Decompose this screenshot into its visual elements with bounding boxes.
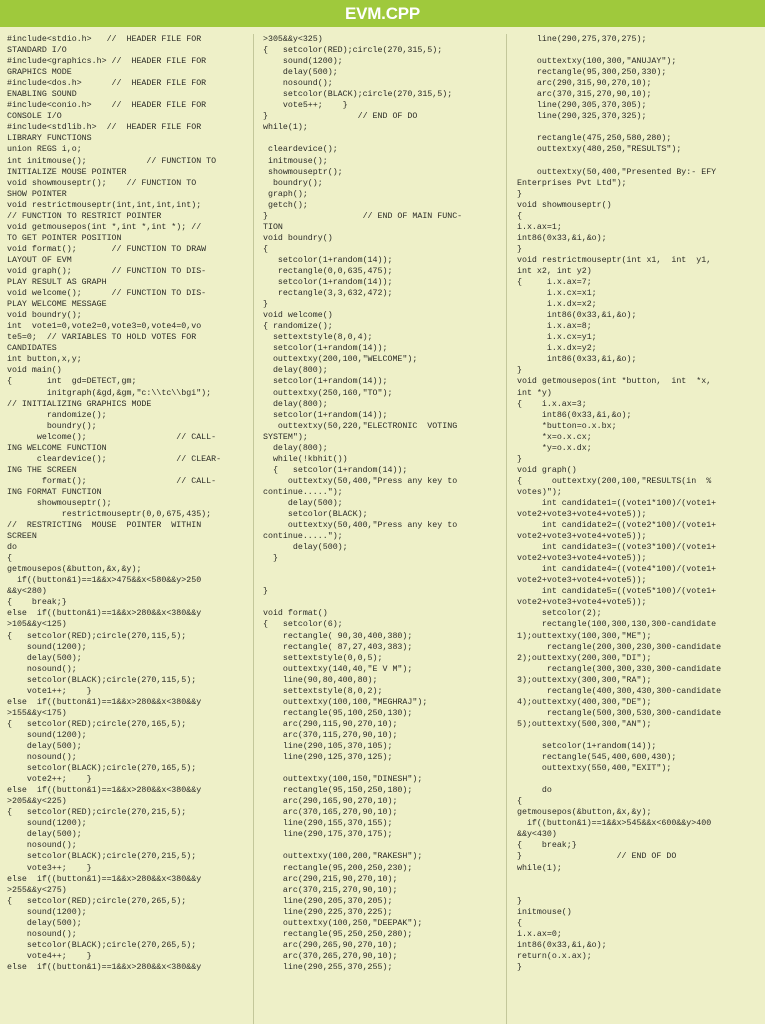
code-column-3: line(290,275,370,275); outtextxy(100,300…	[506, 34, 765, 1024]
header-underline	[0, 27, 765, 32]
code-columns: #include<stdio.h> // HEADER FILE FOR STA…	[0, 34, 765, 1024]
code-block-2: >305&&y<325) { setcolor(RED);circle(270,…	[263, 35, 463, 972]
page-title: EVM.CPP	[344, 4, 421, 23]
code-block-1: #include<stdio.h> // HEADER FILE FOR STA…	[7, 35, 222, 972]
code-column-2: >305&&y<325) { setcolor(RED);circle(270,…	[253, 34, 506, 1024]
code-listing-page: EVM.CPP #include<stdio.h> // HEADER FILE…	[0, 0, 765, 1024]
page-header-bar: EVM.CPP	[0, 0, 765, 27]
code-block-3: line(290,275,370,275); outtextxy(100,300…	[517, 35, 722, 972]
code-column-1: #include<stdio.h> // HEADER FILE FOR STA…	[0, 34, 253, 1024]
